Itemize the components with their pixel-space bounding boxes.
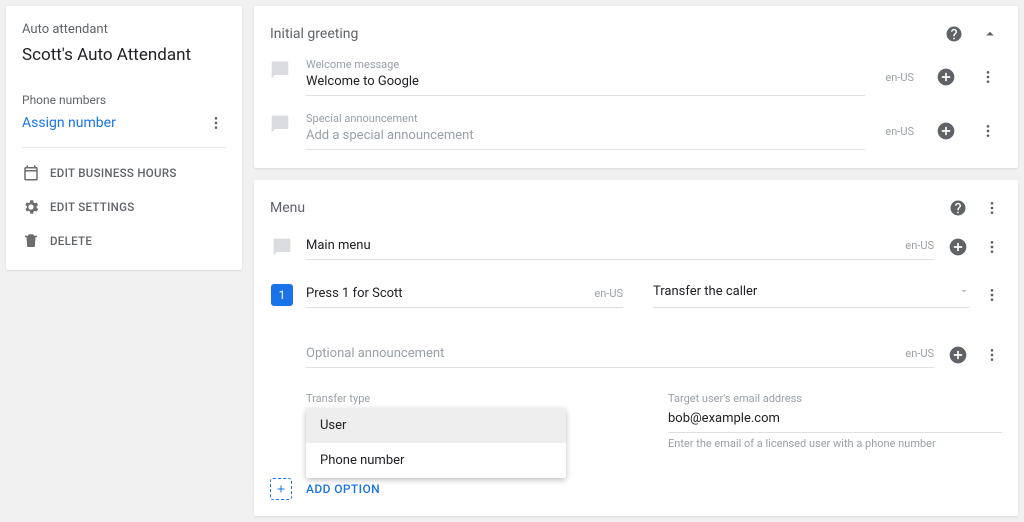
special-menu-icon[interactable] xyxy=(978,121,998,141)
edit-business-hours-button[interactable]: EDIT BUSINESS HOURS xyxy=(22,156,226,190)
assign-number-menu-icon[interactable] xyxy=(206,113,226,133)
keypad-1-badge: 1 xyxy=(271,284,293,306)
phone-numbers-label: Phone numbers xyxy=(22,93,226,107)
welcome-message-field[interactable]: Welcome message Welcome to Google xyxy=(306,58,865,96)
calendar-icon xyxy=(22,164,40,182)
greeting-help-icon[interactable] xyxy=(942,22,966,46)
special-announcement-field[interactable]: Special announcement Add a special annou… xyxy=(306,112,865,150)
main-menu-add-icon[interactable] xyxy=(946,235,970,259)
action-select[interactable]: Transfer the caller xyxy=(653,282,970,308)
delete-button[interactable]: DELETE xyxy=(22,224,226,258)
menu-panel-title: Menu xyxy=(270,200,934,216)
welcome-locale: en-US xyxy=(885,71,914,84)
optional-menu-icon[interactable] xyxy=(982,345,1002,365)
option-menu-icon[interactable] xyxy=(982,285,1002,305)
chat-icon xyxy=(270,237,294,257)
optional-add-icon[interactable] xyxy=(946,343,970,367)
special-announcement-row: Special announcement Add a special annou… xyxy=(254,106,1018,160)
welcome-message-row: Welcome message Welcome to Google en-US xyxy=(254,54,1018,106)
greeting-panel-title: Initial greeting xyxy=(270,26,930,42)
welcome-add-icon[interactable] xyxy=(934,65,958,89)
target-email-hint: Enter the email of a licensed user with … xyxy=(668,437,1002,450)
plus-icon xyxy=(270,478,292,500)
optional-announcement-field[interactable]: Optional announcement en-US xyxy=(306,342,934,368)
special-add-icon[interactable] xyxy=(934,119,958,143)
menu-panel-menu-icon[interactable] xyxy=(982,198,1002,218)
main-menu-menu-icon[interactable] xyxy=(982,237,1002,257)
chat-icon xyxy=(270,60,294,84)
chat-icon xyxy=(270,114,294,138)
greeting-collapse-icon[interactable] xyxy=(978,22,1002,46)
chevron-down-icon xyxy=(958,282,970,301)
gear-icon xyxy=(22,198,40,216)
target-email-label: Target user's email address xyxy=(668,392,1002,405)
main-menu-field[interactable]: Main menu en-US xyxy=(306,234,934,260)
trash-icon xyxy=(22,232,40,250)
edit-settings-button[interactable]: EDIT SETTINGS xyxy=(22,190,226,224)
attendant-title: Scott's Auto Attendant xyxy=(22,45,226,65)
target-email-field[interactable]: bob@example.com xyxy=(668,405,1002,433)
transfer-type-option-user[interactable]: User xyxy=(306,408,566,443)
sidebar-label: Auto attendant xyxy=(22,22,226,37)
welcome-menu-icon[interactable] xyxy=(978,67,998,87)
transfer-type-option-phone[interactable]: Phone number xyxy=(306,443,566,478)
press-text-field[interactable]: Press 1 for Scott en-US xyxy=(306,286,623,308)
special-locale: en-US xyxy=(885,125,914,138)
transfer-type-dropdown: User Phone number xyxy=(306,408,566,478)
assign-number-link[interactable]: Assign number xyxy=(22,115,116,131)
menu-help-icon[interactable] xyxy=(946,196,970,220)
transfer-type-label: Transfer type xyxy=(306,392,640,405)
